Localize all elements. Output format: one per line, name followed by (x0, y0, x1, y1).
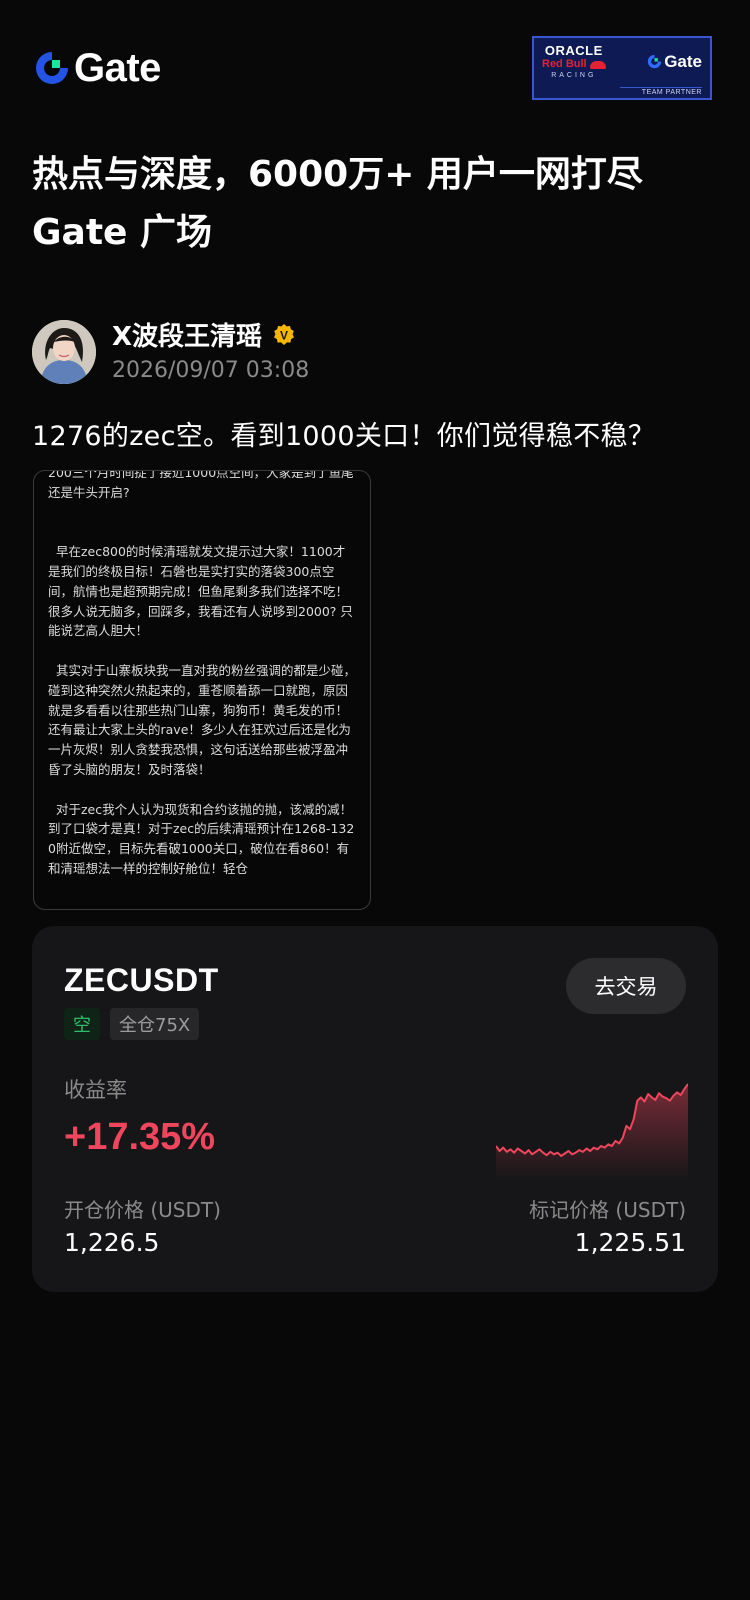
author-name[interactable]: X波段王清瑶 V (112, 316, 296, 353)
verified-badge-icon: V (274, 323, 295, 345)
gate-logo[interactable]: Gate (34, 48, 161, 88)
gate-mark-icon (648, 54, 662, 69)
mark-price-label: 标记价格 (USDT) (529, 1198, 686, 1222)
short-direction-tag: 空 (64, 1008, 100, 1040)
position-tags: 空 全仓75X (64, 1008, 200, 1040)
verified-badge-letter: V (280, 328, 288, 342)
price-sparkline (496, 1083, 688, 1180)
bull-icon (589, 60, 606, 69)
headline-line-2: Gate 广场 (32, 212, 213, 253)
page-headline: 热点与深度，6000万+ 用户一网打尽 Gate 广场 (32, 146, 722, 262)
gate-logo-icon (36, 52, 68, 84)
red-bull-label: Red Bull (542, 58, 587, 70)
partner-gate-text: Gate (664, 51, 702, 71)
author-avatar[interactable] (32, 320, 96, 384)
partner-gate-logo: Gate (647, 52, 702, 72)
page: Gate ORACLE Red Bull RACING Gate TEAM PA… (0, 0, 750, 1600)
team-partner-label: TEAM PARTNER (620, 87, 702, 96)
red-bull-racing-logo: ORACLE Red Bull RACING (542, 44, 606, 79)
leverage-tag: 全仓75X (110, 1008, 200, 1040)
author-name-text: X波段王清瑶 (112, 322, 263, 352)
sparkline-area (496, 1084, 688, 1180)
racing-label: RACING (551, 72, 597, 79)
trading-pair: ZECUSDT (64, 962, 219, 998)
post-timestamp: 2026/09/07 03:08 (112, 358, 310, 383)
post-body-text[interactable]: 1276的zec空。看到1000关口！你们觉得稳不稳？ (32, 414, 655, 453)
yield-value: +17.35% (64, 1116, 216, 1158)
team-partner-badge: ORACLE Red Bull RACING Gate TEAM PARTNER (532, 36, 712, 100)
post-image-text: 200三个月时间捉了接近1000点空间，大家是到了鱼尾还是牛头开启? 早在zec… (48, 470, 356, 876)
oracle-label: ORACLE (544, 43, 603, 58)
headline-line-1: 热点与深度，6000万+ 用户一网打尽 (32, 154, 643, 195)
avatar-image (32, 320, 96, 384)
trade-position-card[interactable]: ZECUSDT 去交易 空 全仓75X 收益率 +17.35% 开仓价格 (US… (32, 926, 718, 1292)
mark-price-value: 1,225.51 (574, 1228, 686, 1257)
go-trade-button[interactable]: 去交易 (566, 958, 686, 1014)
open-price-value: 1,226.5 (64, 1228, 160, 1257)
gate-logo-text: Gate (74, 46, 161, 90)
open-price-label: 开仓价格 (USDT) (64, 1198, 221, 1222)
yield-label: 收益率 (64, 1078, 127, 1102)
post-image[interactable]: 200三个月时间捉了接近1000点空间，大家是到了鱼尾还是牛头开启? 早在zec… (33, 470, 371, 910)
